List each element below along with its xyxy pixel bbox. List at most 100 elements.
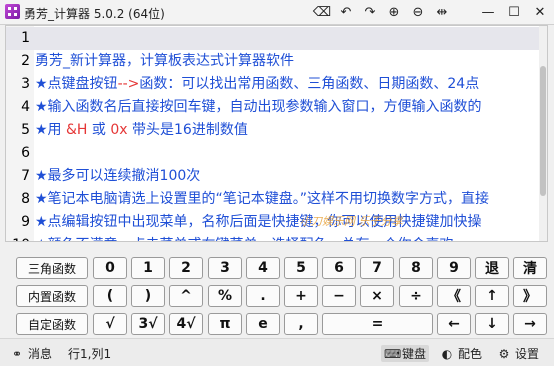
close-icon[interactable]: ✕ [530, 2, 550, 22]
keyboard-toggle[interactable]: ⌨ 键盘 [381, 345, 430, 362]
window-title: 勇芳_计算器 5.0.2 (64位) [24, 7, 165, 21]
key-3[interactable]: 3 [208, 257, 242, 279]
editor-line[interactable]: 10 ★颜色不满意，点击菜单或右键菜单，选择配色，总有一个你会喜欢 [6, 234, 547, 241]
editor-line[interactable]: 3 ★点键盘按钮-->函数：可以找出常用函数、三角函数、日期函数、24点 [6, 73, 547, 96]
redo-icon[interactable]: ↷ [360, 2, 380, 22]
key-pi[interactable]: π [208, 313, 242, 335]
text-segment: ★点键盘按钮 [35, 76, 118, 92]
key-minus[interactable]: − [322, 285, 356, 307]
text-segment: --> [117, 76, 140, 92]
key-cbrt[interactable]: 3√ [131, 313, 165, 335]
editor-line[interactable]: 9 ★点编辑按钮中出现菜单，名称后面是快捷键，你可以使用快捷键加快操 [6, 211, 547, 234]
editor-line[interactable]: 1 [6, 27, 547, 50]
settings-button[interactable]: ⚙ 设置 [497, 345, 539, 362]
line-number: 3 [21, 76, 30, 92]
line-text: ★输入函数名后直接按回车键，自动出现参数输入窗口，方便输入函数的 [35, 96, 482, 119]
custom-functions-button[interactable]: 自定函数 [16, 313, 88, 335]
zoom-out-icon[interactable]: ⊖ [408, 2, 428, 22]
key-sqrt[interactable]: √ [93, 313, 127, 335]
text-segment: 0x [110, 122, 128, 138]
arrow-right-button[interactable]: → [513, 313, 547, 335]
arrow-up-button[interactable]: ↑ [475, 285, 509, 307]
cursor-home-button[interactable]: 《 [437, 285, 471, 307]
key-close-paren[interactable]: ) [131, 285, 165, 307]
arrow-down-button[interactable]: ↓ [475, 313, 509, 335]
text-segment: ★颜色不满意，点击菜单或右键菜单，选择配色，总有一个你会喜欢 [35, 237, 454, 241]
key-plus[interactable]: + [284, 285, 318, 307]
text-segment: &H [66, 122, 88, 138]
clear-button[interactable]: 清 [513, 257, 547, 279]
editor-line[interactable]: 7 ★最多可以连续撤消100次 [6, 165, 547, 188]
trig-functions-button[interactable]: 三角函数 [16, 257, 88, 279]
line-text: ★用 &H 或 0x 带头是16进制数值 [35, 119, 248, 142]
key-8[interactable]: 8 [399, 257, 433, 279]
message-icon: ⚭ [11, 346, 23, 361]
line-number: 1 [21, 30, 30, 46]
zoom-in-icon[interactable]: ⊕ [384, 2, 404, 22]
gear-icon: ⚙ [498, 346, 510, 361]
editor-line[interactable]: 5 ★用 &H 或 0x 带头是16进制数值 [6, 119, 547, 142]
key-dot[interactable]: . [246, 285, 280, 307]
line-text: 勇芳_新计算器，计算板表达式计算器软件 [35, 50, 294, 73]
key-4[interactable]: 4 [246, 257, 280, 279]
line-number: 5 [21, 122, 30, 138]
key-power[interactable]: ^ [169, 285, 203, 307]
text-segment: 或 [87, 122, 111, 138]
key-4th-root[interactable]: 4√ [169, 313, 203, 335]
builtin-functions-button[interactable]: 内置函数 [16, 285, 88, 307]
calculator-keyboard: 三角函数 0 1 2 3 4 5 6 7 8 9 退清内置函数() ^%. + − × ÷ 《 ↑ 》自定函数 √ 3√ 4… [0, 253, 554, 337]
cursor-position: 行1,列1 [68, 345, 111, 362]
key-divide[interactable]: ÷ [399, 285, 433, 307]
key-6[interactable]: 6 [322, 257, 356, 279]
cursor-end-button[interactable]: 》 [513, 285, 547, 307]
eraser-icon[interactable]: ⌫ [312, 2, 332, 22]
settings-label: 设置 [515, 347, 540, 361]
text-segment: 带头是16进制数值 [127, 122, 248, 138]
cursor-position-text: 行1,列1 [68, 347, 112, 361]
editor-line[interactable]: 4 ★输入函数名后直接按回车键，自动出现参数输入窗口，方便输入函数的 [6, 96, 547, 119]
key-7[interactable]: 7 [360, 257, 394, 279]
title-bar: 勇芳_计算器 5.0.2 (64位) ⌫ ↶ ↷ ⊕ ⊖ ⇹ — ☐ ✕ [0, 0, 554, 25]
message-label: 消息 [28, 347, 53, 361]
key-1[interactable]: 1 [131, 257, 165, 279]
line-text: ★点键盘按钮-->函数：可以找出常用函数、三角函数、日期函数、24点 [35, 73, 479, 96]
fit-width-icon[interactable]: ⇹ [432, 2, 452, 22]
key-equals[interactable]: = [322, 313, 433, 335]
expression-editor[interactable]: 1 2 勇芳_新计算器，计算板表达式计算器软件 3 ★点键盘按钮-->函数：可以找出常用… [5, 25, 548, 242]
key-0[interactable]: 0 [93, 257, 127, 279]
line-number: 7 [21, 168, 30, 184]
scrollbar-thumb[interactable] [540, 66, 546, 196]
backspace-button[interactable]: 退 [475, 257, 509, 279]
key-multiply[interactable]: × [360, 285, 394, 307]
maximize-icon[interactable]: ☐ [504, 2, 524, 22]
line-text: ★笔记本电脑请选上设置里的“笔记本键盘。”这样不用切换数字方式，直接 [35, 188, 489, 211]
key-comma[interactable]: , [284, 313, 318, 335]
key-open-paren[interactable]: ( [93, 285, 127, 307]
editor-vertical-scrollbar[interactable] [539, 26, 547, 241]
text-segment: 函数：可以找出常用函数、三角函数、日期函数、24点 [139, 76, 480, 92]
key-9[interactable]: 9 [437, 257, 471, 279]
color-scheme-button[interactable]: ◐ 配色 [440, 345, 482, 362]
key-5[interactable]: 5 [284, 257, 318, 279]
editor-line[interactable]: 8 ★笔记本电脑请选上设置里的“笔记本键盘。”这样不用切换数字方式，直接 [6, 188, 547, 211]
keyboard-icon: ⌨ [384, 346, 402, 361]
line-number: 6 [21, 145, 30, 161]
key-e[interactable]: e [246, 313, 280, 335]
text-segment: ★用 [35, 122, 67, 138]
text-segment: ★点编辑按钮中出现菜单，名称后面是快捷键，你可以使用快捷键加快操 [35, 214, 482, 230]
line-number: 10 [6, 234, 30, 241]
text-segment: ★输入函数名后直接按回车键，自动出现参数输入窗口，方便输入函数的 [35, 99, 482, 115]
undo-icon[interactable]: ↶ [336, 2, 356, 22]
text-segment: ★最多可以连续撤消100次 [35, 168, 201, 184]
message-button[interactable]: ⚭ 消息 [10, 345, 52, 362]
editor-line[interactable]: 2 勇芳_新计算器，计算板表达式计算器软件 [6, 50, 547, 73]
color-scheme-label: 配色 [458, 347, 483, 361]
line-text: ★点编辑按钮中出现菜单，名称后面是快捷键，你可以使用快捷键加快操 [35, 211, 482, 234]
line-number: 4 [21, 99, 30, 115]
editor-line[interactable]: 6 [6, 142, 547, 165]
arrow-left-button[interactable]: ← [437, 313, 471, 335]
key-2[interactable]: 2 [169, 257, 203, 279]
minimize-icon[interactable]: — [478, 2, 498, 22]
key-percent[interactable]: % [208, 285, 242, 307]
text-segment: 勇芳_新计算器，计算板表达式计算器软件 [35, 53, 294, 69]
